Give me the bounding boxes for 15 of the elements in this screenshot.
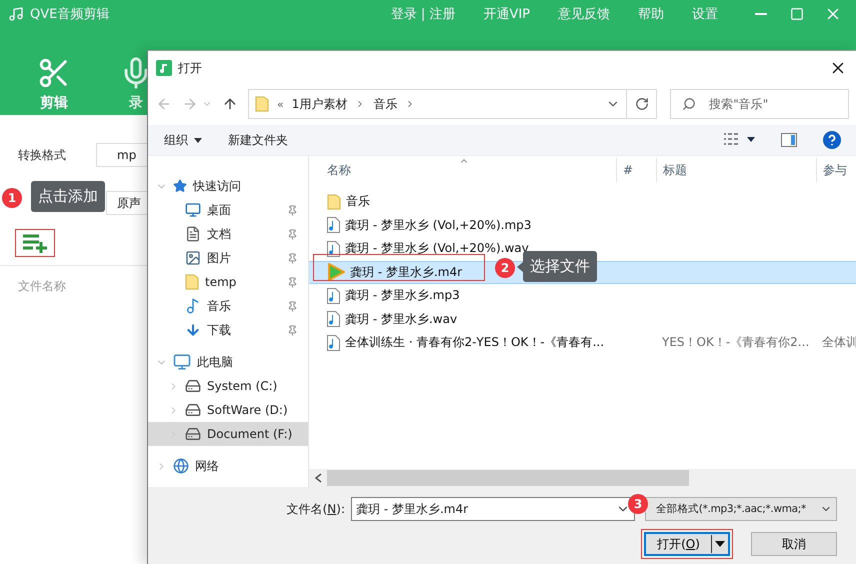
- app-title: QVE音频剪辑: [30, 6, 110, 23]
- dialog-title: 打开: [178, 60, 203, 76]
- file-name: 龚玥 - 梦里水乡.mp3: [345, 287, 460, 304]
- field-label: 文件名(N):: [286, 500, 345, 518]
- tooltip: 选择文件: [523, 251, 597, 282]
- tooltip: 点击添加: [31, 181, 105, 212]
- file-name: 全体训练生 · 青春有你2-YES！OK！-《青春有...: [345, 334, 604, 352]
- file-name: 音乐: [346, 193, 370, 210]
- column-header: 文件名称: [18, 278, 66, 295]
- file-name: 龚玥 - 梦里水乡.m4r: [350, 264, 462, 281]
- table-cell-text: YES！OK！-《青春有你2...: [661, 334, 810, 352]
- file-name: 龚玥 - 梦里水乡 (Vol,+20%).mp3: [345, 216, 532, 234]
- file-name: 龚玥 - 梦里水乡.wav: [345, 310, 458, 328]
- field-label: 转换格式: [18, 146, 66, 164]
- step-badge: 1: [2, 188, 22, 208]
